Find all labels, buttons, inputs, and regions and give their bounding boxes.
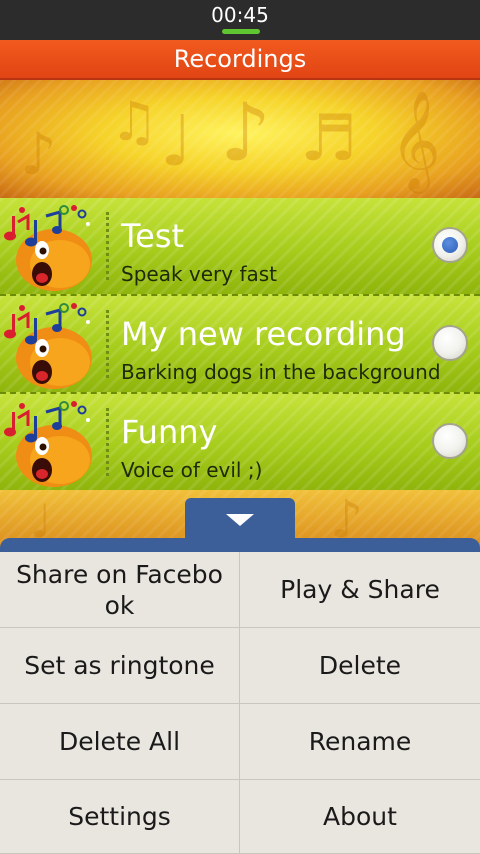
recording-title: Funny — [121, 413, 218, 451]
menu-share-facebook[interactable]: Share on Facebook — [0, 552, 240, 628]
chevron-down-icon — [226, 514, 254, 526]
title-bar: Recordings — [0, 40, 480, 80]
status-time: 00:45 — [211, 3, 269, 27]
menu-play-share[interactable]: Play & Share — [240, 552, 480, 628]
recording-description: Speak very fast — [121, 262, 278, 286]
recording-description: Barking dogs in the background — [121, 360, 441, 384]
header-banner: ♫ ♩ ♪ ♬ 𝄞 ♪ — [0, 80, 480, 198]
menu-about[interactable]: About — [240, 780, 480, 854]
menu-set-ringtone[interactable]: Set as ringtone — [0, 628, 240, 704]
music-note-icon: ♪ — [20, 120, 58, 188]
music-note-icon: 𝄞 — [390, 90, 441, 190]
status-indicator-icon — [222, 29, 260, 34]
menu-panel-header — [0, 538, 480, 552]
recording-title: My new recording — [121, 315, 406, 353]
menu-delete-all[interactable]: Delete All — [0, 704, 240, 780]
radio-button-icon[interactable] — [432, 423, 468, 459]
radio-button-icon[interactable] — [432, 325, 468, 361]
music-note-icon: ♩ — [160, 100, 194, 182]
options-menu: Share on Facebook Play & Share Set as ri… — [0, 552, 480, 854]
menu-rename[interactable]: Rename — [240, 704, 480, 780]
menu-settings[interactable]: Settings — [0, 780, 240, 854]
status-bar: 00:45 — [0, 0, 480, 40]
recording-title: Test — [121, 217, 185, 255]
music-note-icon: ♬ — [300, 102, 358, 176]
singing-face-icon — [4, 202, 106, 294]
singing-face-icon — [4, 300, 106, 392]
music-note-icon: ♪ — [220, 86, 272, 179]
radio-button-icon[interactable] — [432, 227, 468, 263]
page-title: Recordings — [173, 45, 307, 73]
recording-item[interactable]: Test Speak very fast — [0, 198, 480, 296]
music-note-icon: ♫ — [110, 90, 159, 153]
menu-delete[interactable]: Delete — [240, 628, 480, 704]
recording-item[interactable]: Funny Voice of evil ;) — [0, 394, 480, 492]
recording-description: Voice of evil ;) — [121, 458, 263, 482]
recording-item[interactable]: My new recording Barking dogs in the bac… — [0, 296, 480, 394]
singing-face-icon — [4, 398, 106, 490]
